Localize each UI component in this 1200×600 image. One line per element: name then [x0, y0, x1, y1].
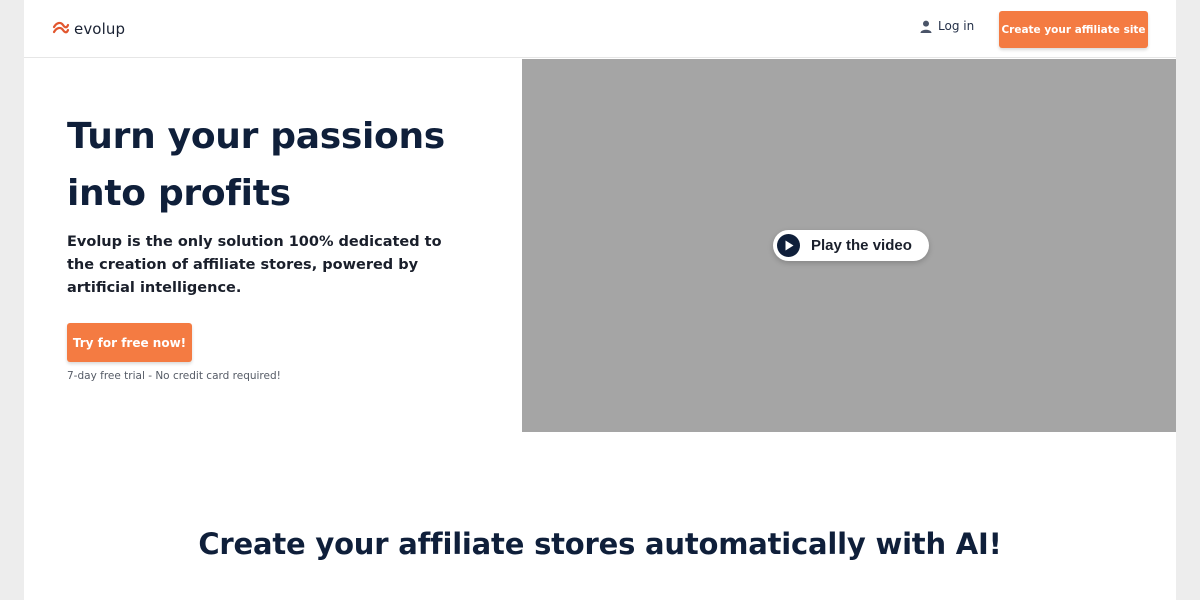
- try-for-free-button[interactable]: Try for free now!: [67, 323, 192, 362]
- trial-note: 7-day free trial - No credit card requir…: [67, 370, 281, 382]
- create-affiliate-site-button[interactable]: Create your affiliate site: [999, 11, 1148, 48]
- video-player[interactable]: Play the video: [522, 59, 1176, 432]
- play-video-label: Play the video: [811, 237, 912, 254]
- login-link[interactable]: Log in: [920, 19, 974, 33]
- logo-text: evolup: [74, 20, 126, 38]
- login-label: Log in: [938, 19, 975, 33]
- play-video-button[interactable]: Play the video: [773, 230, 929, 261]
- user-icon: [920, 20, 932, 33]
- section-title: Create your affiliate stores automatical…: [198, 527, 1002, 561]
- logo[interactable]: evolup: [52, 18, 125, 40]
- evolup-logo-icon: [52, 20, 70, 38]
- hero-title: Turn your passions into profits: [67, 116, 445, 214]
- page: evolup Log in Create your affiliate site…: [24, 0, 1176, 600]
- play-icon: [777, 234, 800, 257]
- site-header: evolup Log in Create your affiliate site: [24, 0, 1176, 58]
- hero-description: Evolup is the only solution 100% dedicat…: [67, 234, 442, 296]
